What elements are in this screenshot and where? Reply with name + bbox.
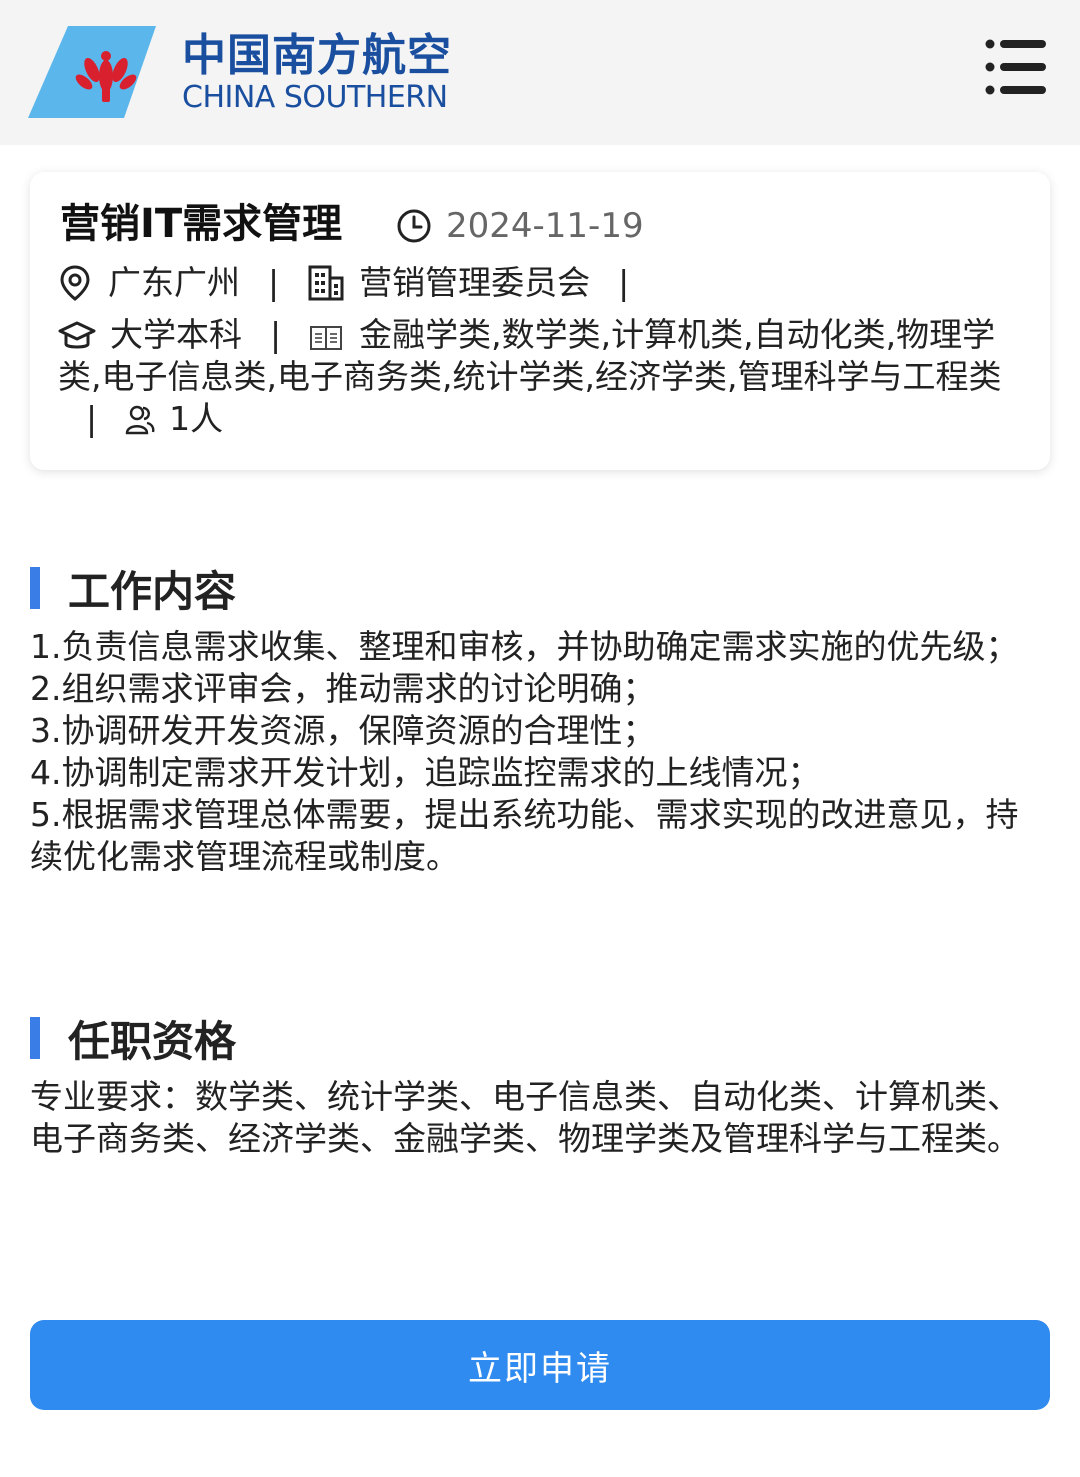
duties-title: 工作内容 — [68, 566, 237, 616]
separator: | — [618, 263, 630, 302]
separator: | — [268, 263, 280, 302]
list-menu-icon[interactable] — [984, 38, 1048, 96]
clock-icon — [397, 209, 431, 243]
duty-item: 2.组织需求评审会，推动需求的讨论明确； — [30, 669, 656, 708]
separator: | — [86, 399, 98, 438]
duty-item: 3.协调研发开发资源，保障资源的合理性； — [30, 711, 656, 750]
duty-item: 4.协调制定需求开发计划，追踪监控需求的上线情况； — [30, 753, 821, 792]
requirements-text: 专业要求：数学类、统计学类、电子信息类、自动化类、计算机类、电子商务类、经济学类… — [30, 1076, 1050, 1160]
requirements-title: 任职资格 — [68, 1016, 237, 1066]
apply-now-button[interactable]: 立即申请 — [30, 1320, 1050, 1410]
requirements-section-header: 任职资格 — [30, 1012, 236, 1066]
separator: | — [270, 315, 282, 354]
building-icon — [308, 265, 344, 301]
duties-section-header: 工作内容 — [30, 562, 236, 616]
location-pin-icon — [60, 265, 90, 301]
section-accent-bar — [30, 567, 40, 609]
job-education: 大学本科 — [110, 315, 242, 354]
brand-name-cn: 中国南方航空 — [182, 30, 452, 81]
section-accent-bar — [30, 1017, 40, 1059]
brand-name-en: CHINA SOUTHERN — [182, 80, 448, 115]
duties-list: 1.负责信息需求收集、整理和审核，并协助确定需求实施的优先级； 2.组织需求评审… — [30, 626, 1050, 878]
post-date: 2024-11-19 — [396, 206, 644, 246]
graduation-cap-icon — [58, 321, 96, 349]
job-location: 广东广州 — [108, 263, 240, 302]
people-icon — [125, 405, 155, 435]
job-title: 营销IT需求管理 — [60, 201, 343, 247]
requirement-item: 专业要求：数学类、统计学类、电子信息类、自动化类、计算机类、电子商务类、经济学类… — [30, 1077, 1020, 1158]
education-majors-row: 大学本科 | 金融学类,数学类,计算机类,自动化类,物理学类,电子信息类,电子商务… — [58, 314, 1028, 440]
china-southern-logo-icon — [28, 26, 156, 118]
open-book-icon — [310, 326, 343, 350]
duty-item: 5.根据需求管理总体需要，提出系统功能、需求实现的改进意见，持续优化需求管理流程… — [30, 795, 1019, 876]
job-info-card: 营销IT需求管理 2024-11-19 广东广州 | 营销管理委员会 | 大学本… — [30, 172, 1050, 470]
location-department-row: 广东广州 | 营销管理委员会 | — [58, 262, 657, 304]
app-header: 中国南方航空 CHINA SOUTHERN — [0, 0, 1080, 145]
job-department: 营销管理委员会 — [359, 263, 591, 302]
duty-item: 1.负责信息需求收集、整理和审核，并协助确定需求实施的优先级； — [30, 627, 1019, 666]
post-date-text: 2024-11-19 — [446, 206, 644, 246]
job-headcount: 1人 — [169, 399, 224, 438]
